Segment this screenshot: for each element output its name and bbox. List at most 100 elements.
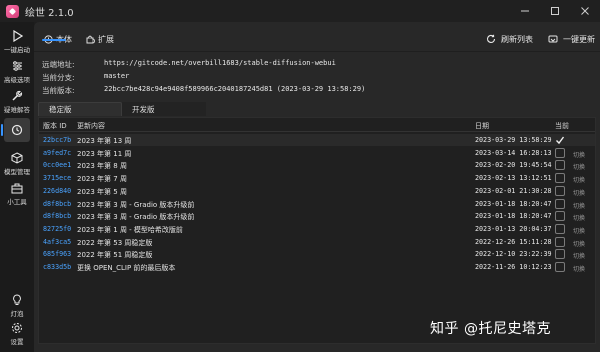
sidebar-item-models[interactable]: 模型管理 xyxy=(0,152,34,176)
version-date: 2023-02-01 21:30:28 xyxy=(475,186,552,195)
switch-version-button[interactable]: 切换 xyxy=(573,188,585,197)
table-row[interactable]: 685f963 2022 年第 51 周稳定版 2022-12-10 23:22:3… xyxy=(39,248,595,260)
sidebar-item-settings[interactable]: 设置 xyxy=(0,322,34,346)
version-id-link[interactable]: 82725f0 xyxy=(43,225,71,233)
version-description: 2022 年第 51 周稳定版 xyxy=(77,251,153,260)
switch-version-button[interactable]: 切换 xyxy=(573,251,585,260)
switch-version-button[interactable]: 切换 xyxy=(573,226,585,235)
switch-version-button[interactable]: 切换 xyxy=(573,162,585,171)
version-id-link[interactable]: d8f8bcb xyxy=(43,212,71,220)
table-row[interactable]: c833d5b 更换 OPEN_CLIP 前的最后版本 2022-11-26 10:… xyxy=(39,261,595,273)
version-date: 2023-02-20 19:45:54 xyxy=(475,161,552,170)
version-date: 2022-12-26 15:11:28 xyxy=(475,237,552,246)
current-checkbox xyxy=(555,185,565,196)
sidebar-item-label: 小工具 xyxy=(7,198,27,206)
sidebar: 一键启动 高级选项 疑难解答 模型管理 小工具 灯泡 设置 xyxy=(0,22,34,352)
current-checkbox xyxy=(555,147,565,158)
version-id-link[interactable]: 0cc0ee1 xyxy=(43,161,71,169)
version-id-link[interactable]: d8f8bcb xyxy=(43,200,71,208)
current-checkbox xyxy=(555,211,565,222)
switch-version-button[interactable]: 切换 xyxy=(573,213,585,222)
title-bar: 绘世 2.1.0 xyxy=(0,0,600,22)
table-row[interactable]: d8f8bcb 2023 年第 3 周 - Gradio 版本升级前 2023-01… xyxy=(39,198,595,210)
refresh-icon xyxy=(487,34,496,43)
sidebar-item-label: 高级选项 xyxy=(4,76,30,84)
sidebar-item-launch[interactable]: 一键启动 xyxy=(0,30,34,54)
table-row[interactable]: 226d840 2023 年第 5 周 2023-02-01 21:30:28 切换 xyxy=(39,185,595,197)
current-checkbox xyxy=(555,249,565,260)
sidebar-item-tools[interactable]: 小工具 xyxy=(0,182,34,206)
switch-version-button[interactable]: 切换 xyxy=(573,175,585,184)
current-version-value: 22bcc7be428c94e9408f589966c2040187245d81… xyxy=(104,85,366,93)
sidebar-item-advanced[interactable]: 高级选项 xyxy=(0,60,34,84)
version-description: 2023 年第 3 周 - Gradio 版本升级前 xyxy=(77,200,195,209)
window-title: 绘世 2.1.0 xyxy=(25,7,74,19)
close-icon[interactable] xyxy=(570,0,600,22)
sidebar-item-lightbulb[interactable]: 灯泡 xyxy=(0,294,34,318)
sidebar-item-version[interactable] xyxy=(0,124,34,136)
table-row[interactable]: 0cc0ee1 2023 年第 8 周 2023-02-20 19:45:54 切换 xyxy=(39,159,595,171)
version-id-link[interactable]: 3715ece xyxy=(43,174,71,182)
sidebar-item-label: 灯泡 xyxy=(10,310,24,318)
version-date: 2022-11-26 10:12:23 xyxy=(475,263,552,271)
puzzle-icon xyxy=(86,35,95,43)
version-table: 版本 ID 更新内容 日期 当前 22bcc7b 2023 年第 13 周 2023… xyxy=(38,117,596,344)
one-click-update-button[interactable]: 一键更新 xyxy=(548,31,595,47)
toolbox-icon xyxy=(10,182,24,194)
switch-version-button[interactable]: 切换 xyxy=(573,264,585,273)
version-date: 2022-12-10 23:22:39 xyxy=(475,250,552,259)
table-row[interactable]: 82725f0 2023 年第 1 周 - 模型哈希改版前 2023-01-13 2… xyxy=(39,223,595,235)
current-version-label: 当前版本: xyxy=(42,86,75,95)
version-id-link[interactable]: a9fed7c xyxy=(43,149,71,157)
switch-version-button[interactable]: 切换 xyxy=(573,239,585,248)
sidebar-item-label: 疑难解答 xyxy=(4,106,30,114)
tab-label: 扩展 xyxy=(98,34,114,44)
tab-active-indicator xyxy=(42,39,66,41)
column-header-desc: 更新内容 xyxy=(77,122,105,130)
one-click-update-label: 一键更新 xyxy=(563,34,595,44)
version-description: 2023 年第 3 周 - Gradio 版本升级前 xyxy=(77,213,195,222)
tab-dev[interactable]: 开发版 xyxy=(122,102,206,116)
version-date: 2023-02-13 13:12:51 xyxy=(475,174,552,183)
clock-icon xyxy=(10,124,24,136)
release-channel-tabs: 稳定版 开发版 xyxy=(38,102,238,116)
tab-extensions[interactable]: 扩展 xyxy=(82,31,118,47)
sidebar-item-label: 一键启动 xyxy=(4,46,30,54)
current-checkbox xyxy=(555,198,565,209)
column-header-id: 版本 ID xyxy=(43,122,67,130)
remote-address-row: 远端地址: https://gitcode.net/overbill1683/s… xyxy=(42,59,336,70)
sidebar-item-troubleshoot[interactable]: 疑难解答 xyxy=(0,90,34,114)
version-id-link[interactable]: 685f963 xyxy=(43,250,71,258)
version-id-link[interactable]: 4af3ca5 xyxy=(43,238,71,246)
version-id-link[interactable]: 22bcc7b xyxy=(43,136,71,144)
version-id-link[interactable]: c833d5b xyxy=(43,263,71,271)
version-description: 2022 年第 53 周稳定版 xyxy=(77,238,153,247)
sliders-icon xyxy=(10,60,24,72)
table-row[interactable]: 22bcc7b 2023 年第 13 周 2023-03-29 13:58:29 xyxy=(39,134,595,146)
table-row[interactable]: 3715ece 2023 年第 7 周 2023-02-13 13:12:51 切换 xyxy=(39,172,595,184)
version-id-link[interactable]: 226d840 xyxy=(43,187,71,195)
version-date: 2023-03-14 16:28:13 xyxy=(475,148,552,157)
tab-stable[interactable]: 稳定版 xyxy=(38,102,122,116)
switch-version-button[interactable]: 切换 xyxy=(573,201,585,210)
current-version-row: 当前版本: 22bcc7be428c94e9408f589966c2040187… xyxy=(42,85,365,96)
current-checkbox xyxy=(555,236,565,247)
current-checkbox xyxy=(555,173,565,184)
version-description: 更换 OPEN_CLIP 前的最后版本 xyxy=(77,264,176,272)
table-row[interactable]: a9fed7c 2023 年第 11 周 2023-03-14 16:28:13 切换 xyxy=(39,147,595,159)
version-description: 2023 年第 5 周 xyxy=(77,187,127,196)
refresh-list-button[interactable]: 刷新列表 xyxy=(486,31,533,47)
minimize-icon[interactable] xyxy=(510,0,540,22)
app-logo xyxy=(6,4,19,18)
sidebar-item-label: 模型管理 xyxy=(4,168,30,176)
maximize-icon[interactable] xyxy=(540,0,570,22)
table-row[interactable]: 4af3ca5 2022 年第 53 周稳定版 2022-12-26 15:11:2… xyxy=(39,236,595,248)
table-row[interactable]: d8f8bcb 2023 年第 3 周 - Gradio 版本升级前 2023-01… xyxy=(39,210,595,222)
wrench-icon xyxy=(10,90,24,102)
switch-version-button[interactable]: 切换 xyxy=(573,150,585,159)
current-checkbox xyxy=(555,262,565,272)
main-panel: 本体 扩展 刷新列表 一键更新 远端地址: https://gitcode.ne… xyxy=(34,22,600,352)
version-description: 2023 年第 1 周 - 模型哈希改版前 xyxy=(77,225,183,234)
current-checkbox xyxy=(555,160,565,171)
remote-address-label: 远端地址: xyxy=(42,60,75,69)
